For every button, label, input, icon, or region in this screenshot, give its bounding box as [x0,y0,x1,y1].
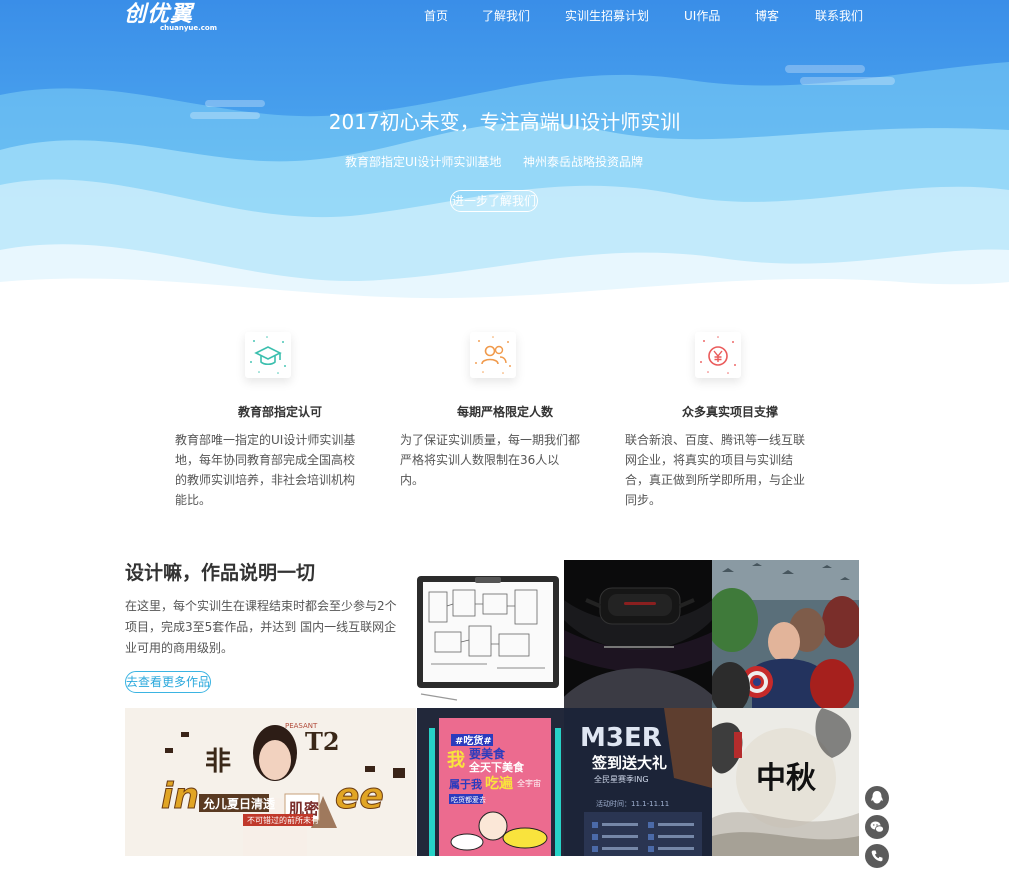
learn-more-button[interactable]: 进一步了解我们 [450,190,538,212]
works-title: 设计嘛，作品说明一切 [125,562,316,584]
m3er-subtitle: 全民星赛季ING [594,774,649,784]
view-more-works-button[interactable]: 去查看更多作品 [125,671,211,693]
drink-right-number: T2 [305,727,340,756]
nav-home[interactable]: 首页 [424,7,448,24]
work-thumb-foodie[interactable]: #吃货# 我 要美食 全天下美食 属于我 吃遍 全宇宙 吃货都爱去 [417,708,564,856]
drink-left-char: 非 [205,747,231,777]
drink-word-left: in [161,776,199,817]
users-icon [470,332,516,378]
food-line1: 我 [447,750,465,771]
main-nav: 首页 了解我们 实训生招募计划 UI作品 博客 联系我们 [0,7,1009,27]
nav-ui-works[interactable]: UI作品 [684,7,720,24]
drink-small-text: 不可错过的前所未有 [247,815,319,825]
work-thumb-sketch[interactable] [417,560,564,708]
m3er-date: 活动时间：11.1-11.11 [596,799,669,808]
food-line6: 全宇宙 [517,778,541,788]
hero-banner: 创优翼 chuanyue.com 首页 了解我们 实训生招募计划 UI作品 博客… [0,0,1009,305]
drink-slogan: 允儿夏日清透 [202,796,276,811]
feature-title: 每期严格限定人数 [456,405,553,419]
food-tag: #吃货# [455,734,492,747]
food-line4: 属于我 [449,777,482,791]
nav-recruit[interactable]: 实训生招募计划 [565,7,649,24]
mid-autumn-chars: 中秋 [756,761,816,796]
work-thumb-mid-autumn[interactable]: 中秋 [712,708,859,856]
work-thumb-m3er-event[interactable]: M3ER 签到送大礼 全民星赛季ING 活动时间：11.1-11.11 [564,708,712,856]
work-thumb-vr-headset[interactable] [564,560,712,708]
qq-float-button[interactable] [865,786,889,810]
works-description: 在这里，每个实训生在课程结束时都会至少参与2个 项目，完成3至5套作品，并达到 … [125,599,397,655]
feature-desc: 联合新浪、百度、腾讯等一线互联 网企业，将真实的项目与实训结 合，真正做到所学即… [625,433,806,507]
food-line3: 全天下美食 [468,760,525,774]
feature-title: 教育部指定认可 [237,405,322,419]
phone-icon [871,850,883,862]
m3er-big-text: M3ER [580,723,662,753]
m3er-title: 签到送大礼 [591,754,667,772]
nav-contact[interactable]: 联系我们 [815,7,863,24]
feature-desc: 为了保证实训质量，每一期我们都 严格将实训人数限制在36人以内。 [400,433,581,487]
hero-wave-background [0,62,1009,305]
drink-badge: PEASANT [285,722,318,730]
nav-about[interactable]: 了解我们 [482,7,530,24]
graduation-cap-icon [245,332,291,378]
work-thumb-avengers[interactable] [712,560,859,708]
nav-blog[interactable]: 博客 [755,7,779,24]
food-ribbon: 吃货都爱去 [451,795,486,804]
phone-float-button[interactable] [865,844,889,868]
yuan-coin-icon [695,332,741,378]
hero-subtitle-left: 教育部指定UI设计师实训基地 [345,155,502,169]
feature-desc: 教育部唯一指定的UI设计师实训基 地，每年协同教育部完成全国高校 的教师实训培养… [175,433,356,507]
hero-subtitle-right: 神州泰岳战略投资品牌 [523,155,644,169]
wechat-float-button[interactable] [865,815,889,839]
drink-word-right: ee [335,776,384,817]
wechat-icon [870,821,884,833]
food-line5: 吃遍 [485,775,514,792]
food-line2: 要美食 [469,746,506,761]
work-thumb-drink-ad[interactable]: 非 T2 in ee 允儿夏日清透 肌密 不可错过的前所未有 PEASANT [125,708,416,856]
qq-icon [871,791,883,804]
hero-title: 2017初心未变，专注高端UI设计师实训 [328,110,681,134]
feature-title: 众多真实项目支撑 [681,405,778,419]
